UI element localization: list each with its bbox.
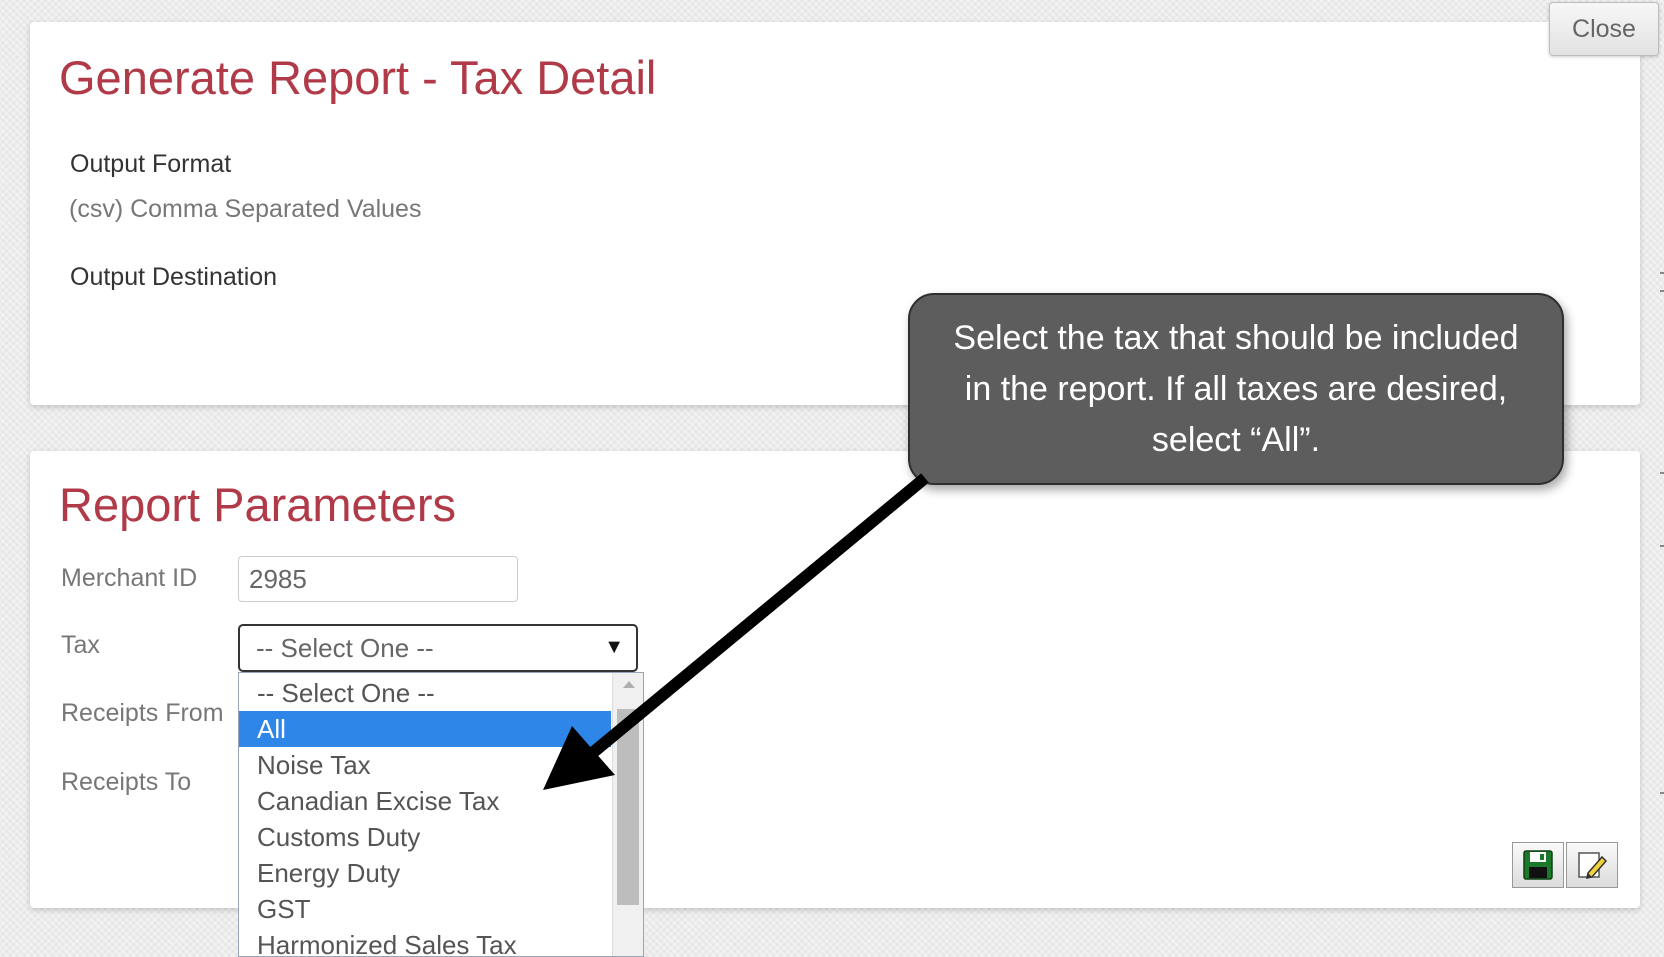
tax-dropdown-list[interactable]: -- Select One -- All Noise Tax Canadian … [238, 672, 644, 957]
edge-divider [1660, 792, 1664, 794]
edit-button[interactable] [1566, 842, 1618, 888]
dropdown-scrollbar[interactable] [612, 673, 643, 956]
scroll-up-arrow-icon[interactable] [623, 681, 635, 688]
output-destination-label: Output Destination [70, 263, 278, 291]
output-format-value: (csv) Comma Separated Values [69, 195, 422, 223]
tax-option-gst[interactable]: GST [239, 891, 611, 927]
tax-option-all[interactable]: All [239, 711, 611, 747]
save-icon [1523, 850, 1553, 880]
tax-option-energy-duty[interactable]: Energy Duty [239, 855, 611, 891]
edge-divider [1660, 545, 1664, 547]
merchant-id-label: Merchant ID [61, 564, 198, 592]
tax-option-harmonized-sales-tax[interactable]: Harmonized Sales Tax [239, 927, 611, 956]
page-title: Generate Report - Tax Detail [59, 51, 657, 104]
instruction-callout: Select the tax that should be included i… [908, 293, 1564, 485]
receipts-to-label: Receipts To [61, 768, 192, 796]
edge-divider [1660, 272, 1664, 274]
tax-option-customs-duty[interactable]: Customs Duty [239, 819, 611, 855]
output-format-label: Output Format [70, 150, 232, 178]
receipts-from-label: Receipts From [61, 699, 224, 727]
callout-text: Select the tax that should be included i… [953, 318, 1519, 459]
tax-label: Tax [61, 631, 100, 659]
edge-divider [1660, 472, 1664, 474]
tax-option-canadian-excise-tax[interactable]: Canadian Excise Tax [239, 783, 611, 819]
caret-down-icon: ▼ [604, 636, 624, 658]
tax-select-value: -- Select One -- [256, 632, 434, 663]
tax-option-noise-tax[interactable]: Noise Tax [239, 747, 611, 783]
tax-option-select-one[interactable]: -- Select One -- [239, 675, 611, 711]
close-button[interactable]: Close [1549, 2, 1659, 56]
tax-select[interactable]: -- Select One -- ▼ [238, 624, 638, 672]
parameters-title: Report Parameters [59, 478, 457, 531]
save-button[interactable] [1512, 842, 1564, 888]
edge-divider [1660, 290, 1664, 292]
edit-icon [1578, 852, 1608, 879]
merchant-id-input[interactable] [238, 556, 518, 602]
scrollbar-thumb[interactable] [617, 709, 639, 905]
